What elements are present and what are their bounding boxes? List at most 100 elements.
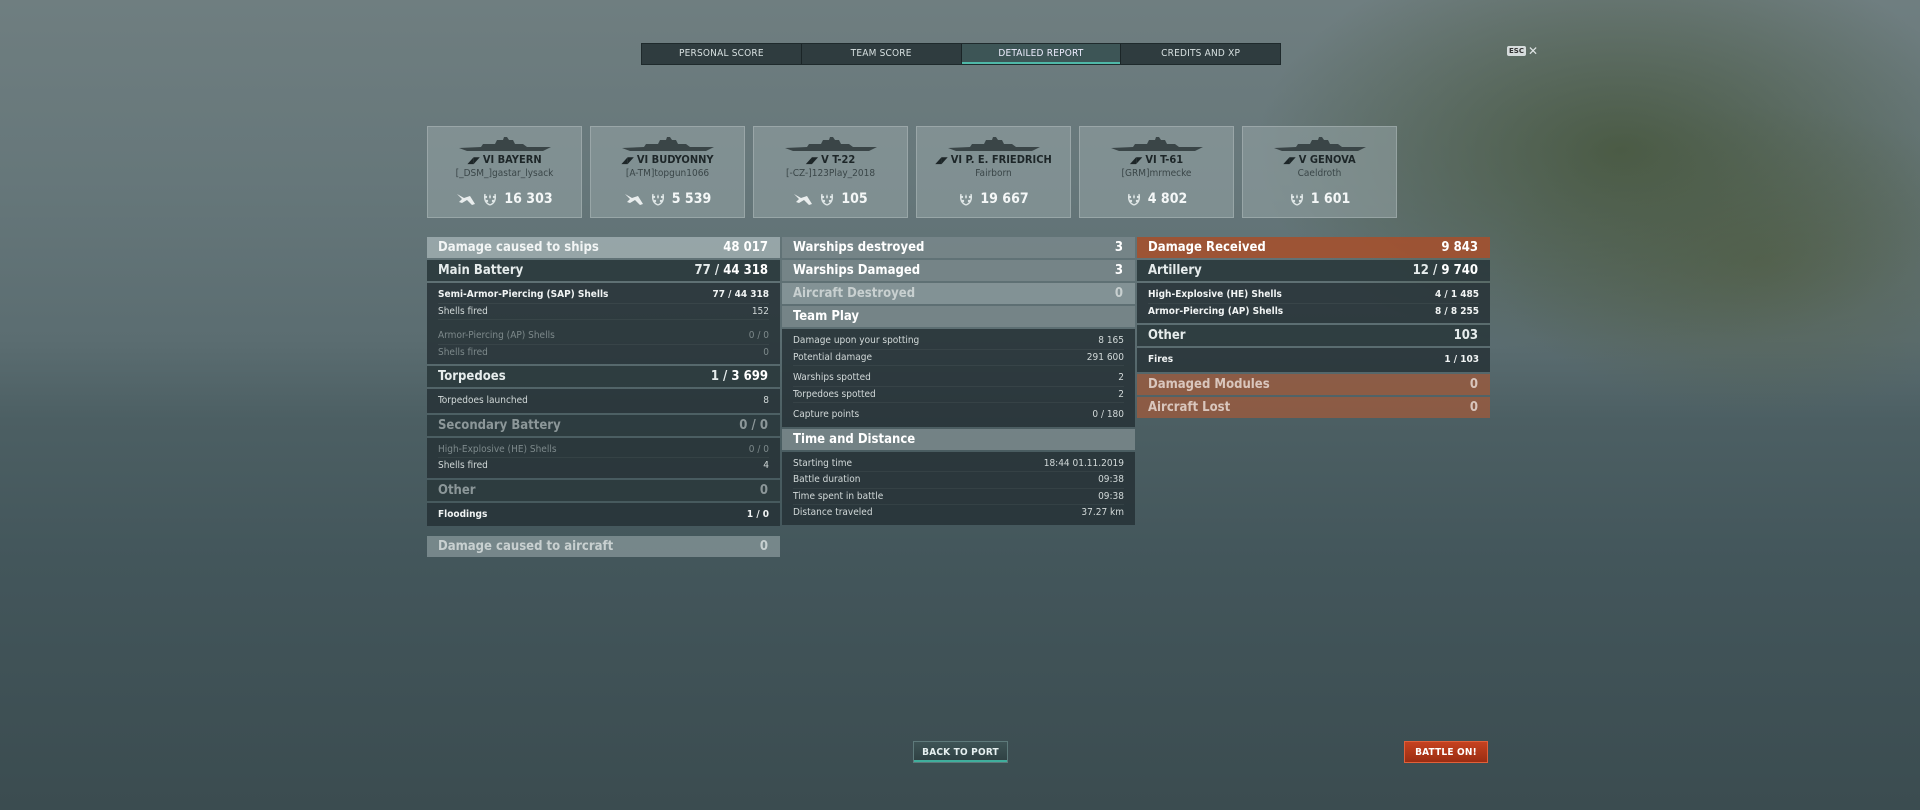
stat-row: Torpedoes spotted 2 bbox=[793, 387, 1124, 403]
time-distance-details: Starting time 18:44 01.11.2019 Battle dur… bbox=[782, 451, 1135, 525]
player-name: [GRM]mrmecke bbox=[1121, 168, 1192, 179]
tier-flag-icon: ◢◤ bbox=[467, 156, 480, 166]
tab-personal-score[interactable]: PERSONAL SCORE bbox=[642, 44, 802, 64]
xp-laurel-icon bbox=[1290, 193, 1303, 206]
stat-row: Fires 1 / 103 bbox=[1148, 354, 1479, 365]
stat-row: Shells fired 4 bbox=[438, 460, 769, 471]
player-name: Fairborn bbox=[975, 168, 1012, 179]
tab-credits-and-xp[interactable]: CREDITS AND XP bbox=[1121, 44, 1280, 64]
damage-caused-column: Damage caused to ships 48 017 Main Batter… bbox=[427, 237, 780, 559]
close-icon: ✕ bbox=[1527, 44, 1539, 58]
ship-card[interactable]: ◢◤ VI BAYERN [_DSM_]gastar_lysack 16 303 bbox=[427, 126, 582, 218]
tier-flag-icon: ◢◤ bbox=[1129, 156, 1143, 166]
damaged-modules-header: Damaged Modules 0 bbox=[1137, 373, 1490, 395]
xp-laurel-icon bbox=[821, 193, 834, 206]
ship-card[interactable]: ◢◤ VI T-61 [GRM]mrmecke 4 802 bbox=[1079, 126, 1234, 218]
other-received-details: Fires 1 / 103 bbox=[1137, 348, 1490, 372]
torpedoes-details: Torpedoes launched 8 bbox=[427, 389, 780, 413]
ship-name: V T-22 bbox=[821, 153, 856, 166]
team-play-details: Damage upon your spotting 8 165 Potential… bbox=[782, 329, 1135, 427]
esc-close-button[interactable]: ESC ✕ bbox=[1507, 44, 1539, 58]
warships-destroyed-header: Warships destroyed 3 bbox=[782, 237, 1135, 258]
time-distance-header: Time and Distance bbox=[782, 428, 1135, 450]
tier-flag-icon: ◢◤ bbox=[621, 156, 634, 166]
aircraft-lost-header: Aircraft Lost 0 bbox=[1137, 396, 1490, 418]
player-name: [A-TM]topgun1066 bbox=[625, 168, 710, 179]
ship-silhouette-icon bbox=[947, 137, 1040, 151]
stat-row: Shells fired 0 bbox=[438, 346, 769, 358]
stat-row: Torpedoes launched 8 bbox=[438, 395, 769, 406]
xp-value: 1 601 bbox=[1310, 191, 1351, 207]
stat-row: Damage upon your spotting 8 165 bbox=[793, 333, 1124, 350]
stat-row: Potential damage 291 600 bbox=[793, 350, 1124, 366]
xp-laurel-icon bbox=[484, 193, 497, 206]
stat-row: Semi-Armor-Piercing (SAP) Shells 77 / 44 … bbox=[438, 287, 769, 304]
ship-silhouette-icon bbox=[1273, 137, 1366, 151]
other-details: Floodings 1 / 0 bbox=[427, 502, 780, 526]
tier-flag-icon: ◢◤ bbox=[805, 156, 819, 166]
ship-name: VI BAYERN bbox=[482, 153, 542, 166]
stat-row: Battle duration 09:38 bbox=[793, 472, 1124, 489]
other-received-header: Other 103 bbox=[1137, 325, 1490, 346]
player-name: [-CZ-]123Play_2018 bbox=[785, 168, 876, 179]
team-play-header: Team Play bbox=[782, 306, 1135, 327]
ship-silhouette-icon bbox=[458, 137, 551, 151]
xp-value: 16 303 bbox=[504, 191, 553, 207]
main-battery-details: Semi-Armor-Piercing (SAP) Shells 77 / 44 … bbox=[427, 283, 780, 364]
xp-value: 105 bbox=[841, 191, 868, 207]
warships-damaged-header: Warships Damaged 3 bbox=[782, 260, 1135, 281]
ship-card[interactable]: ◢◤ V GENOVA Caeldroth 1 601 bbox=[1242, 126, 1397, 218]
xp-laurel-icon bbox=[960, 193, 973, 206]
stat-row: Distance traveled 37.27 km bbox=[793, 507, 1124, 518]
xp-value: 19 667 bbox=[980, 191, 1029, 207]
xp-laurel-icon bbox=[1127, 193, 1140, 206]
stat-row: Warships spotted 2 bbox=[793, 370, 1124, 387]
ship-silhouette-icon bbox=[621, 137, 714, 151]
plane-icon bbox=[457, 194, 476, 205]
stat-row: Floodings 1 / 0 bbox=[438, 508, 769, 520]
ship-name: VI BUDYONNY bbox=[636, 153, 714, 166]
stat-row: Shells fired 152 bbox=[438, 304, 769, 320]
stat-row: Capture points 0 / 180 bbox=[793, 409, 1124, 420]
ship-card[interactable]: ◢◤ V T-22 [-CZ-]123Play_2018 105 bbox=[753, 126, 908, 218]
xp-value: 5 539 bbox=[671, 191, 712, 207]
stat-row: Starting time 18:44 01.11.2019 bbox=[793, 456, 1124, 472]
damage-aircraft-header: Damage caused to aircraft 0 bbox=[427, 536, 780, 557]
main-battery-header: Main Battery 77 / 44 318 bbox=[427, 260, 780, 281]
player-name: Caeldroth bbox=[1297, 168, 1342, 179]
plane-icon bbox=[794, 194, 813, 205]
stat-row: Armor-Piercing (AP) Shells 0 / 0 bbox=[438, 328, 769, 345]
other-header: Other 0 bbox=[427, 479, 780, 501]
report-tabs: PERSONAL SCORE TEAM SCORE DETAILED REPOR… bbox=[641, 43, 1281, 65]
tab-team-score[interactable]: TEAM SCORE bbox=[802, 44, 962, 64]
tab-detailed-report[interactable]: DETAILED REPORT bbox=[961, 44, 1122, 64]
ship-name: VI P. E. FRIEDRICH bbox=[950, 153, 1052, 166]
aircraft-destroyed-header: Aircraft Destroyed 0 bbox=[782, 283, 1135, 304]
stat-row: Time spent in battle 09:38 bbox=[793, 489, 1124, 505]
secondary-battery-header: Secondary Battery 0 / 0 bbox=[427, 414, 780, 436]
torpedoes-header: Torpedoes 1 / 3 699 bbox=[427, 366, 780, 387]
ship-name: VI T-61 bbox=[1145, 153, 1184, 166]
team-play-column: Warships destroyed 3 Warships Damaged 3 Ai… bbox=[782, 237, 1135, 527]
ship-card[interactable]: ◢◤ VI P. E. FRIEDRICH Fairborn 19 667 bbox=[916, 126, 1071, 218]
damage-received-column: Damage Received 9 843 Artillery 12 / 9 740… bbox=[1137, 237, 1490, 420]
stat-row: High-Explosive (HE) Shells 4 / 1 485 bbox=[1148, 287, 1479, 304]
stat-row: High-Explosive (HE) Shells 0 / 0 bbox=[438, 442, 769, 458]
stat-row: Armor-Piercing (AP) Shells 8 / 8 255 bbox=[1148, 305, 1479, 317]
tier-flag-icon: ◢◤ bbox=[1283, 156, 1296, 166]
damage-ships-header: Damage caused to ships 48 017 bbox=[427, 237, 780, 258]
ship-name: V GENOVA bbox=[1298, 153, 1356, 166]
ship-silhouette-icon bbox=[784, 137, 877, 151]
player-name: [_DSM_]gastar_lysack bbox=[455, 168, 554, 179]
back-to-port-button[interactable]: BACK TO PORT bbox=[913, 741, 1008, 763]
artillery-header: Artillery 12 / 9 740 bbox=[1137, 260, 1490, 281]
secondary-details: High-Explosive (HE) Shells 0 / 0 Shells f… bbox=[427, 437, 780, 478]
ship-card[interactable]: ◢◤ VI BUDYONNY [A-TM]topgun1066 5 539 bbox=[590, 126, 745, 218]
tier-flag-icon: ◢◤ bbox=[935, 156, 948, 166]
artillery-details: High-Explosive (HE) Shells 4 / 1 485 Armo… bbox=[1137, 283, 1490, 323]
ship-silhouette-icon bbox=[1110, 137, 1203, 151]
battle-on-button[interactable]: BATTLE ON! bbox=[1404, 741, 1488, 763]
plane-icon bbox=[624, 194, 643, 205]
damage-received-header: Damage Received 9 843 bbox=[1137, 237, 1490, 258]
ship-cards: ◢◤ VI BAYERN [_DSM_]gastar_lysack 16 303 ◢◤ V… bbox=[427, 126, 1397, 218]
